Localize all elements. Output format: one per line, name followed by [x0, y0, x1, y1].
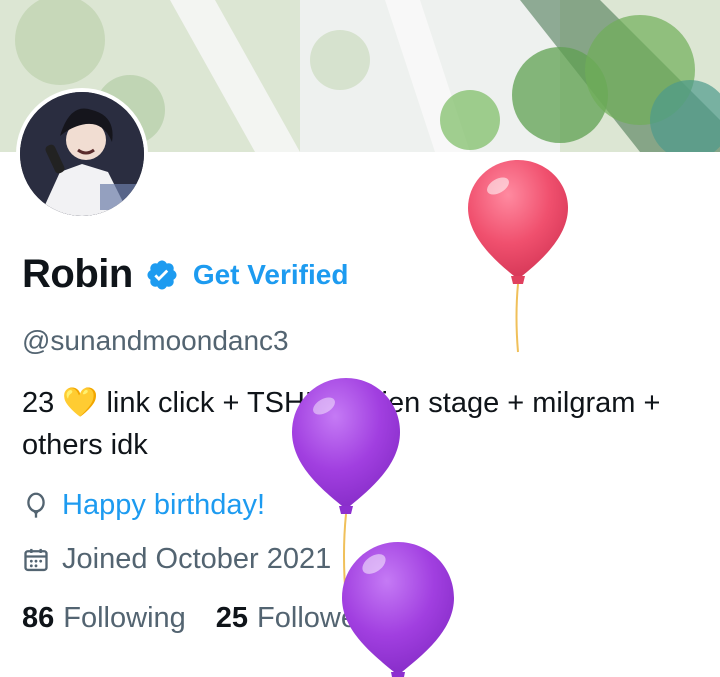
- follow-stats: 86 Following 25 Followers: [22, 602, 381, 635]
- joined-row: Joined October 2021: [22, 543, 331, 576]
- balloon-icon: [22, 492, 50, 520]
- followers-count: 25: [215, 602, 249, 634]
- following-label: Following: [63, 602, 186, 634]
- avatar-image: [20, 92, 144, 216]
- get-verified-link[interactable]: Get Verified: [193, 259, 349, 291]
- display-name: Robin: [22, 252, 133, 296]
- birthday-link[interactable]: Happy birthday!: [62, 489, 265, 522]
- balloon-purple-icon: [342, 542, 454, 677]
- calendar-icon: [22, 546, 50, 574]
- following-link[interactable]: 86 Following: [22, 602, 186, 635]
- name-row: Robin Get Verified: [22, 252, 348, 297]
- following-count: 86: [22, 602, 55, 634]
- profile-avatar[interactable]: [16, 88, 148, 220]
- profile-handle: @sunandmoondanc3: [22, 325, 289, 356]
- birthday-row: Happy birthday!: [22, 489, 265, 522]
- balloon-pink-icon: [468, 160, 568, 353]
- verified-badge-icon[interactable]: [145, 258, 179, 292]
